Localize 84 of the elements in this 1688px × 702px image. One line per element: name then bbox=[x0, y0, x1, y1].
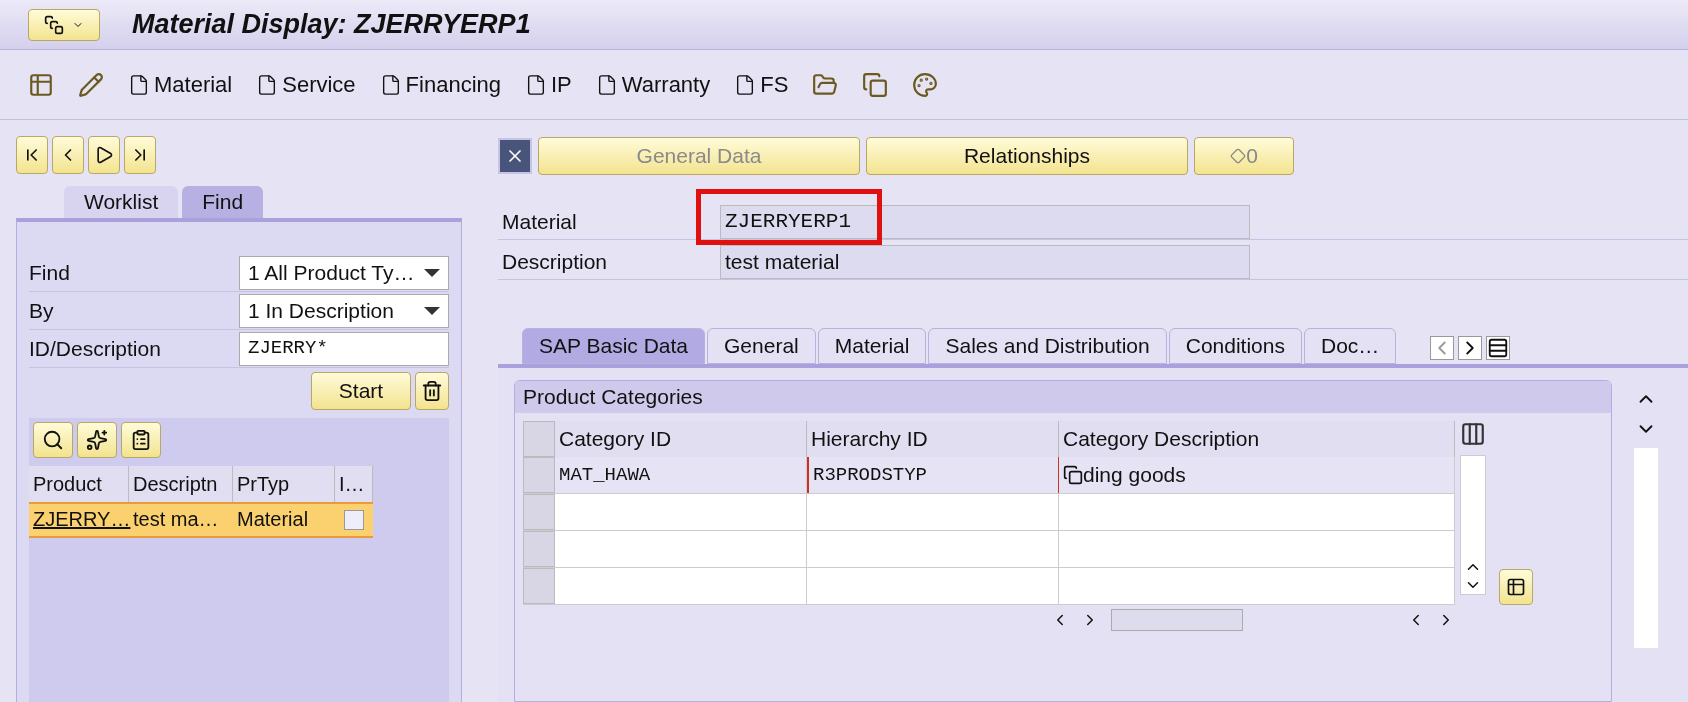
display-field: test material bbox=[720, 244, 1250, 279]
cell-text: MAT_HAWA bbox=[559, 462, 651, 488]
close-button[interactable] bbox=[498, 138, 532, 174]
column-header[interactable]: Category ID bbox=[555, 421, 807, 457]
column-header[interactable]: PrTyp bbox=[233, 466, 335, 502]
tab[interactable]: SAP Basic Data bbox=[522, 328, 706, 364]
clipboard-icon bbox=[130, 429, 152, 451]
tab[interactable]: Conditions bbox=[1168, 328, 1302, 364]
field-label: Find bbox=[29, 259, 71, 286]
list-toolbar-button[interactable] bbox=[33, 422, 73, 458]
toolbar-button[interactable]: Financing bbox=[379, 68, 501, 101]
column-header[interactable]: Hierarchy ID bbox=[807, 421, 1059, 457]
navigation-button[interactable] bbox=[88, 136, 120, 174]
table-cell[interactable] bbox=[555, 494, 807, 530]
checkbox[interactable] bbox=[344, 510, 364, 530]
delete-button[interactable] bbox=[415, 372, 449, 410]
toolbar-button[interactable]: IP bbox=[525, 68, 572, 101]
tab-list-icon[interactable] bbox=[1486, 336, 1511, 360]
field-label: ID/Description bbox=[29, 335, 162, 362]
toolbar-button[interactable]: FS bbox=[734, 68, 789, 101]
tab[interactable]: Doc… bbox=[1303, 328, 1397, 364]
toolbar-button[interactable]: Service bbox=[256, 68, 356, 101]
field-label: Description bbox=[501, 248, 609, 275]
copy-icon[interactable] bbox=[1063, 465, 1083, 485]
table-cell[interactable] bbox=[807, 531, 1059, 567]
table-icon bbox=[1506, 577, 1526, 597]
list-toolbar-button[interactable] bbox=[77, 422, 117, 458]
column-header[interactable]: Descriptn bbox=[129, 466, 233, 502]
caret-icon[interactable] bbox=[424, 306, 440, 315]
table-cell[interactable]: R3PRODSTYP bbox=[807, 457, 1059, 493]
arrow-icon bbox=[94, 145, 114, 165]
tab-scroll-right-icon[interactable] bbox=[1458, 336, 1483, 360]
navigation-button[interactable] bbox=[16, 136, 48, 174]
toolbar-button[interactable]: Warranty bbox=[595, 68, 711, 101]
dropdown[interactable]: 1 In Description bbox=[239, 293, 449, 328]
column-settings-icon[interactable] bbox=[1460, 421, 1486, 447]
table-cell[interactable] bbox=[807, 494, 1059, 530]
field-label: Material bbox=[501, 208, 578, 235]
navigation-button[interactable] bbox=[124, 136, 156, 174]
tab[interactable]: Worklist bbox=[64, 186, 179, 218]
tab[interactable]: Sales and Distribution bbox=[928, 328, 1167, 364]
column-header[interactable]: Product bbox=[29, 466, 129, 502]
table-cell-text: test ma… bbox=[132, 507, 220, 532]
table-cell[interactable] bbox=[555, 568, 807, 604]
details-button[interactable] bbox=[1499, 569, 1533, 605]
table-cell[interactable] bbox=[807, 568, 1059, 604]
sparkle-icon bbox=[86, 429, 108, 451]
toolbar-button[interactable]: Material bbox=[128, 68, 233, 101]
table-cell[interactable] bbox=[1059, 494, 1455, 530]
trash-icon bbox=[421, 380, 443, 402]
vertical-scrollbar[interactable] bbox=[1460, 455, 1486, 595]
table-cell[interactable] bbox=[1059, 531, 1455, 567]
input-field[interactable]: ZJERRY* bbox=[239, 331, 449, 366]
document-icon bbox=[525, 73, 547, 96]
tab[interactable]: Material bbox=[817, 328, 927, 364]
view-button[interactable]: Relationships bbox=[866, 137, 1188, 175]
window-title: Material Display: ZJERRYERP1 bbox=[132, 8, 531, 42]
tab[interactable]: General bbox=[707, 328, 816, 364]
folder-icon[interactable] bbox=[812, 71, 839, 98]
table-cell[interactable] bbox=[555, 531, 807, 567]
pencil-icon[interactable] bbox=[78, 71, 104, 98]
dropdown[interactable]: 1 All Product Ty… bbox=[239, 255, 449, 290]
caret-icon[interactable] bbox=[424, 268, 440, 277]
column-header[interactable]: Category Description bbox=[1059, 421, 1455, 457]
field-label: By bbox=[29, 297, 55, 324]
table-icon[interactable] bbox=[28, 71, 54, 98]
horizontal-scrollbar[interactable] bbox=[1111, 609, 1243, 631]
group-title: Product Categories bbox=[515, 381, 1611, 413]
cell-text: ding goods bbox=[1083, 462, 1186, 489]
cell-text: R3PRODSTYP bbox=[813, 462, 928, 488]
search-icon bbox=[42, 429, 64, 451]
start-button[interactable]: Start bbox=[311, 372, 411, 410]
column-header[interactable]: I… bbox=[335, 466, 373, 502]
list-toolbar-button[interactable] bbox=[121, 422, 161, 458]
result-row[interactable]: ZJERRY…test ma… Material bbox=[29, 502, 373, 538]
tab[interactable]: Find bbox=[182, 186, 264, 218]
table-cell[interactable] bbox=[1059, 568, 1455, 604]
palette-icon[interactable] bbox=[912, 71, 939, 98]
document-icon bbox=[128, 73, 150, 96]
menu-button[interactable] bbox=[28, 8, 100, 41]
table-cell[interactable]: ZJERRY… bbox=[29, 504, 129, 536]
table-cell-text: Material bbox=[236, 507, 310, 532]
diamond-icon bbox=[1230, 148, 1247, 164]
display-field: ZJERRYERP1 bbox=[720, 204, 1250, 239]
